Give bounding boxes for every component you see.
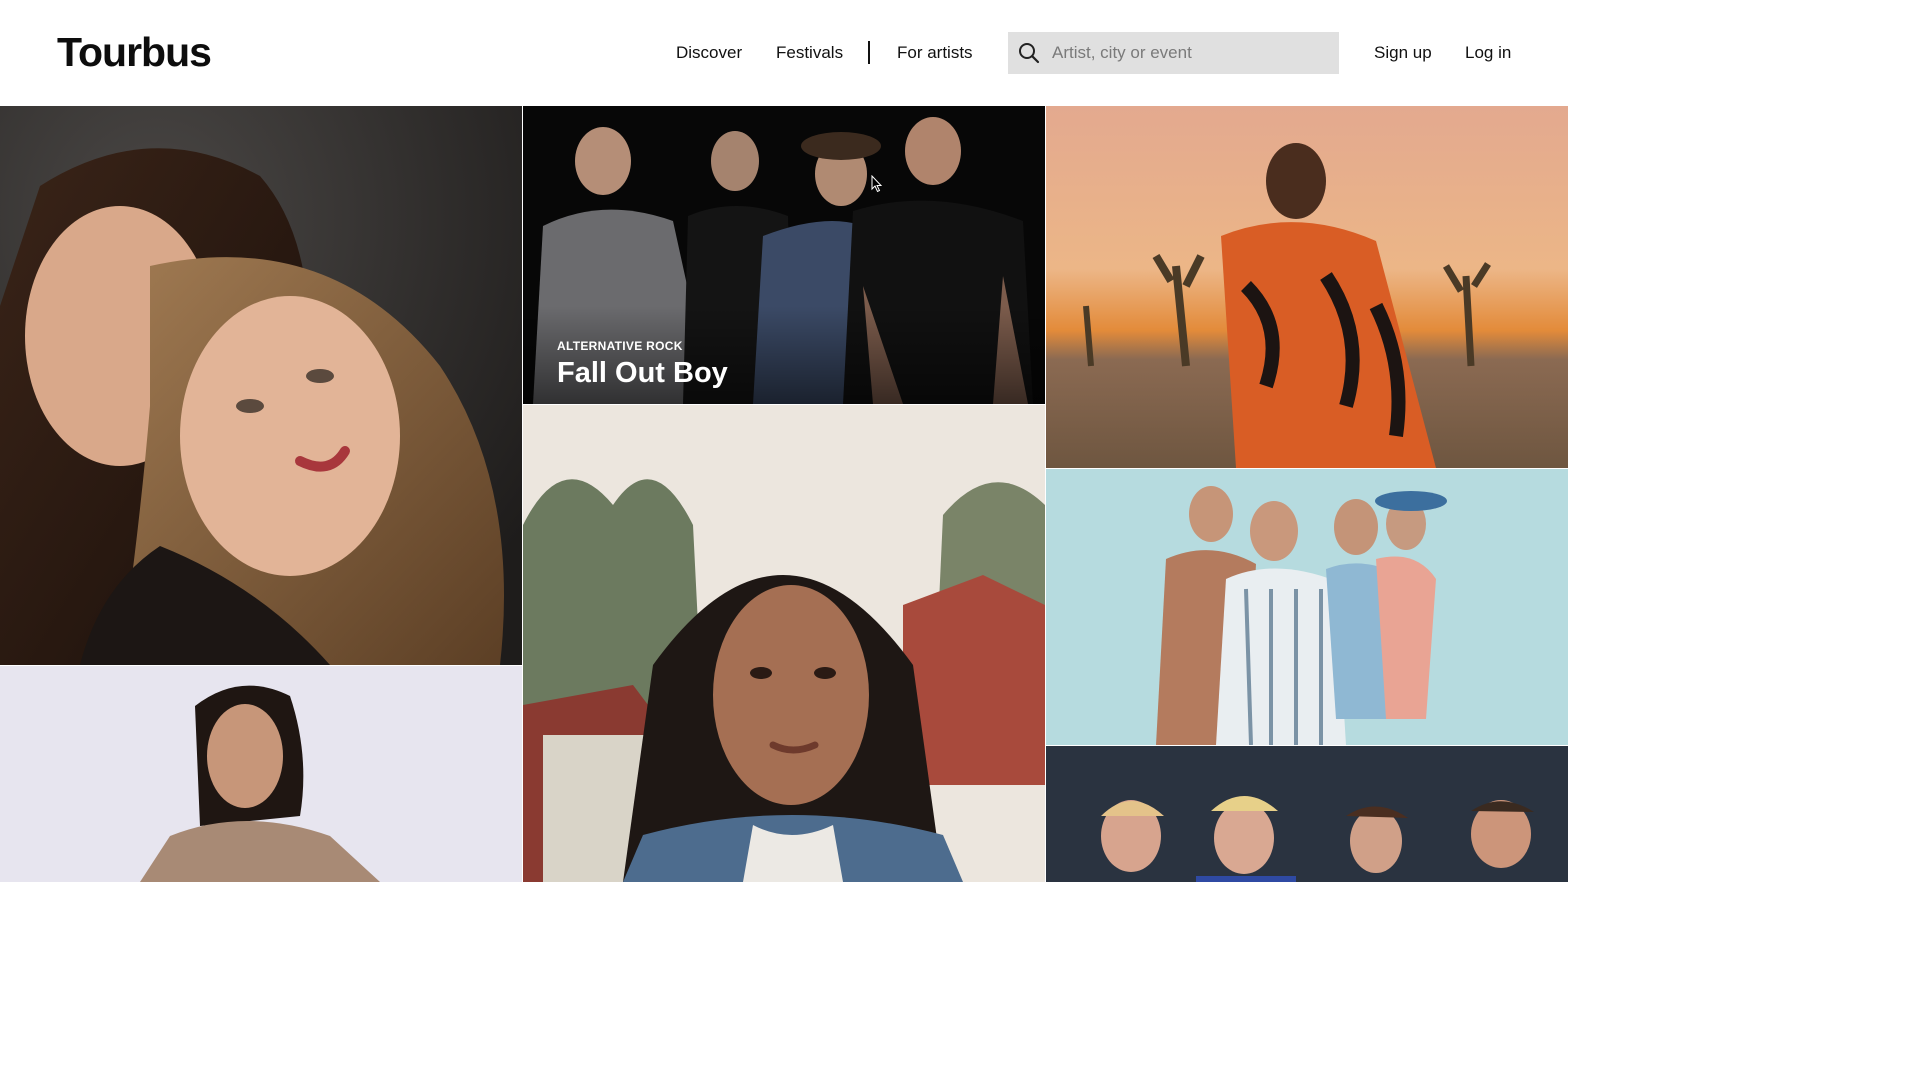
artist-tile-outdoor-portrait[interactable] xyxy=(523,405,1045,882)
site-header: Tourbus Discover Festivals For artists S… xyxy=(0,0,1568,106)
nav-discover[interactable]: Discover xyxy=(676,42,742,64)
artist-photo xyxy=(1046,746,1568,882)
sign-up-link[interactable]: Sign up xyxy=(1374,42,1432,64)
nav-festivals[interactable]: Festivals xyxy=(776,42,843,64)
artist-tile-duo[interactable] xyxy=(0,106,522,665)
artist-name: Fall Out Boy xyxy=(557,357,728,389)
artist-tile-fall-out-boy[interactable]: ALTERNATIVE ROCK Fall Out Boy xyxy=(523,106,1045,404)
tile-caption: ALTERNATIVE ROCK Fall Out Boy xyxy=(557,338,728,390)
logo[interactable]: Tourbus xyxy=(57,28,212,76)
genre-label: ALTERNATIVE ROCK xyxy=(557,339,683,353)
artist-tile-desert[interactable] xyxy=(1046,106,1568,468)
search-box[interactable] xyxy=(1008,32,1339,74)
artist-tile-band-dark[interactable] xyxy=(1046,746,1568,882)
nav-for-artists[interactable]: For artists xyxy=(897,42,973,64)
artist-photo xyxy=(1046,106,1568,468)
nav-divider xyxy=(868,41,870,64)
search-icon xyxy=(1018,42,1040,64)
artist-photo xyxy=(1046,469,1568,745)
artist-photo xyxy=(0,666,522,882)
artist-tile-light-portrait[interactable] xyxy=(0,666,522,882)
search-input[interactable] xyxy=(1052,32,1332,74)
artist-photo xyxy=(0,106,522,665)
artist-photo xyxy=(523,405,1045,882)
log-in-link[interactable]: Log in xyxy=(1465,42,1511,64)
artist-tile-band-light[interactable] xyxy=(1046,469,1568,745)
